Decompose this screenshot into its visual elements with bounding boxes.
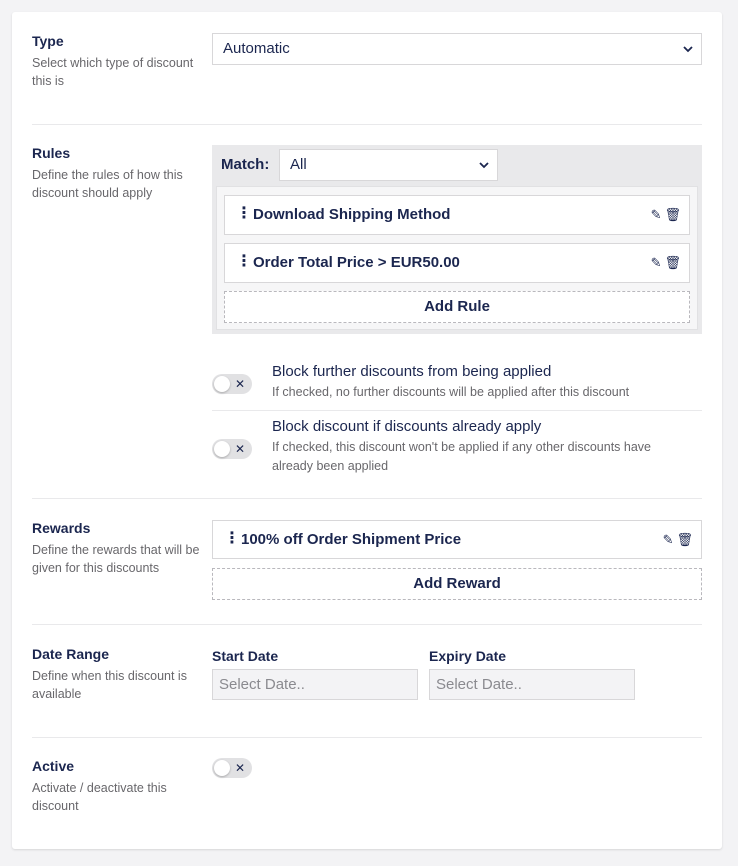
block-further-description: If checked, no further discounts will be… xyxy=(272,385,630,399)
rule-item[interactable]: ⋮ Order Total Price > EUR50.00 ✎ 🗑 xyxy=(224,243,690,283)
close-icon: ✕ xyxy=(234,442,245,456)
match-select-value: All xyxy=(290,156,307,173)
add-reward-button[interactable]: Add Reward xyxy=(212,568,702,600)
rule-actions: ✎ 🗑 xyxy=(648,206,681,224)
divider xyxy=(32,737,702,738)
rewards-section: Rewards Define the rewards that will be … xyxy=(32,519,702,611)
toggle-knob xyxy=(214,760,230,776)
start-date-input[interactable]: Select Date.. xyxy=(212,669,418,700)
active-label-group: Active Activate / deactivate this discou… xyxy=(32,757,202,815)
drag-handle-icon[interactable]: ⋮ xyxy=(236,253,252,271)
match-label: Match: xyxy=(221,156,270,173)
rules-section: Rules Define the rules of how this disco… xyxy=(32,144,702,484)
reward-label: 100% off Order Shipment Price xyxy=(241,531,462,548)
block-if-apply-title: Block discount if discounts already appl… xyxy=(272,418,542,435)
divider xyxy=(32,124,702,125)
discount-settings-panel: Type Select which type of discount this … xyxy=(12,12,722,849)
reward-actions: ✎ 🗑 xyxy=(660,531,693,549)
rewards-label-group: Rewards Define the rewards that will be … xyxy=(32,519,202,577)
block-further-title: Block further discounts from being appli… xyxy=(272,363,552,380)
rules-list: ⋮ Download Shipping Method ✎ 🗑 ⋮ Order To… xyxy=(216,186,698,330)
date-range-section: Date Range Define when this discount is … xyxy=(32,645,702,725)
toggle-knob xyxy=(214,376,230,392)
date-range-title: Date Range xyxy=(32,646,110,662)
trash-icon[interactable]: 🗑 xyxy=(664,207,681,222)
chevron-down-icon xyxy=(683,34,693,77)
close-icon: ✕ xyxy=(234,761,245,775)
type-description: Select which type of discount this is xyxy=(32,56,194,88)
rewards-title: Rewards xyxy=(32,520,91,536)
expiry-date-label: Expiry Date xyxy=(429,648,507,664)
expiry-date-input[interactable]: Select Date.. xyxy=(429,669,635,700)
start-date-label: Start Date xyxy=(212,648,279,664)
type-select[interactable]: Automatic xyxy=(212,33,702,65)
rule-label: Download Shipping Method xyxy=(253,206,451,223)
type-label-group: Type Select which type of discount this … xyxy=(32,32,202,90)
edit-icon[interactable]: ✎ xyxy=(663,532,674,547)
active-title: Active xyxy=(32,758,75,774)
rules-container: Match: All ⋮ Download Shipping Method ✎ 🗑… xyxy=(212,145,702,334)
rules-description: Define the rules of how this discount sh… xyxy=(32,168,183,200)
divider xyxy=(32,624,702,625)
drag-handle-icon[interactable]: ⋮ xyxy=(236,205,252,223)
edit-icon[interactable]: ✎ xyxy=(651,207,662,222)
toggle-knob xyxy=(214,441,230,457)
trash-icon[interactable]: 🗑 xyxy=(676,532,693,547)
block-if-apply-description: If checked, this discount won't be appli… xyxy=(272,440,652,473)
rule-label: Order Total Price > EUR50.00 xyxy=(253,254,460,271)
rules-title: Rules xyxy=(32,145,71,161)
type-select-value: Automatic xyxy=(223,40,290,57)
trash-icon[interactable]: 🗑 xyxy=(664,255,681,270)
block-further-toggle[interactable]: ✕ xyxy=(212,374,252,394)
divider xyxy=(32,498,702,499)
rewards-description: Define the rewards that will be given fo… xyxy=(32,543,200,575)
rule-item[interactable]: ⋮ Download Shipping Method ✎ 🗑 xyxy=(224,195,690,235)
rules-label-group: Rules Define the rules of how this disco… xyxy=(32,144,202,202)
drag-handle-icon[interactable]: ⋮ xyxy=(224,530,240,548)
close-icon: ✕ xyxy=(234,377,245,391)
reward-item[interactable]: ⋮ 100% off Order Shipment Price ✎ 🗑 xyxy=(212,520,702,559)
active-toggle[interactable]: ✕ xyxy=(212,758,252,778)
type-section: Type Select which type of discount this … xyxy=(32,32,702,112)
active-section: Active Activate / deactivate this discou… xyxy=(32,757,702,827)
type-title: Type xyxy=(32,33,64,49)
divider xyxy=(212,410,702,411)
rule-actions: ✎ 🗑 xyxy=(648,254,681,272)
match-select[interactable]: All xyxy=(279,149,498,181)
block-if-apply-toggle[interactable]: ✕ xyxy=(212,439,252,459)
date-range-description: Define when this discount is available xyxy=(32,669,187,701)
edit-icon[interactable]: ✎ xyxy=(651,255,662,270)
add-rule-button[interactable]: Add Rule xyxy=(224,291,690,323)
active-description: Activate / deactivate this discount xyxy=(32,781,167,813)
date-range-label-group: Date Range Define when this discount is … xyxy=(32,645,202,703)
